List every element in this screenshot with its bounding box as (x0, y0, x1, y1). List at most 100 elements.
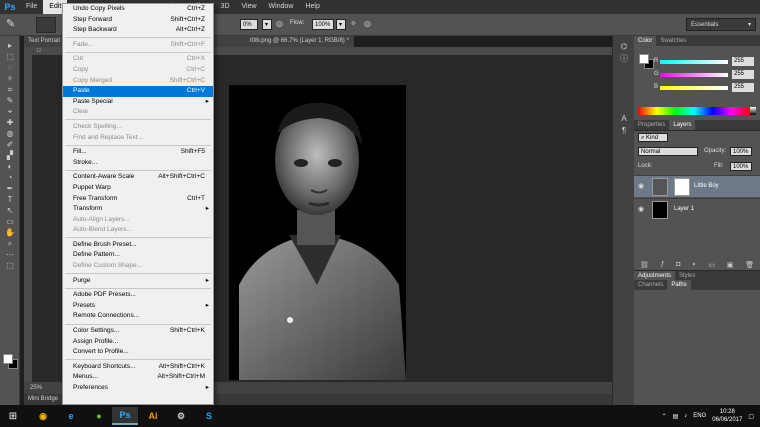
red-value[interactable]: 255 (732, 57, 754, 66)
menu-item-keyboard-shortcuts[interactable]: Keyboard Shortcuts... Alt+Shift+Ctrl+K (63, 362, 213, 373)
filter-kind-dropdown[interactable]: ⌕ Kind (638, 133, 668, 142)
brush-preset-picker[interactable] (36, 17, 56, 33)
blue-slider[interactable] (660, 86, 728, 90)
dodge-tool-icon[interactable]: ✒ (0, 183, 20, 194)
add-mask-icon[interactable]: ◘ (676, 261, 680, 268)
language-indicator[interactable]: ENG (693, 413, 706, 419)
menu-item-assign-profile[interactable]: Assign Profile... (63, 337, 213, 348)
menu-item-convert-to-profile[interactable]: Convert to Profile... (63, 347, 213, 358)
new-group-icon[interactable]: ▭ (708, 261, 715, 269)
zoom-level[interactable]: 25% (30, 382, 42, 394)
opacity-field[interactable]: 0% (240, 19, 258, 30)
flow-dropdown[interactable]: ▾ (336, 19, 346, 30)
menu-item-remote-connections[interactable]: Remote Connections... (63, 311, 213, 322)
upwork-icon[interactable]: ● (86, 407, 112, 425)
tab-swatches[interactable]: Swatches (656, 36, 690, 46)
visibility-eye-icon[interactable]: ◉ (638, 205, 644, 213)
workspace-switcher[interactable]: Essentials ▾ (686, 18, 756, 31)
menu-help[interactable]: Help (299, 0, 325, 14)
adjustment-layer-icon[interactable]: ◐ (692, 261, 696, 268)
menu-item-free-transform[interactable]: Free Transform Ctrl+T (63, 194, 213, 205)
history-icon[interactable]: ⌬ (613, 40, 635, 52)
menu-item-purge[interactable]: Purge ▸ (63, 276, 213, 287)
type-tool-icon[interactable]: ↖ (0, 205, 20, 216)
pressure-size-icon[interactable]: ◎ (364, 19, 371, 28)
layer-fill-field[interactable]: 100% (730, 162, 752, 171)
shape-tool-icon[interactable]: ✋ (0, 227, 20, 238)
tab-styles[interactable]: Styles (675, 271, 699, 280)
color-spectrum[interactable] (638, 107, 750, 115)
layer-style-icon[interactable]: ƒ (661, 261, 665, 268)
steam-icon[interactable]: ⚙ (168, 407, 194, 425)
hand-tool-icon[interactable]: ⌕ (0, 238, 20, 249)
action-center-icon[interactable]: ▢ (748, 413, 754, 420)
opacity-dropdown[interactable]: ▾ (262, 19, 272, 30)
skype-icon[interactable]: S (196, 407, 222, 425)
brush-tool-icon[interactable]: ✎ (6, 17, 22, 33)
portrait-photo[interactable] (229, 85, 406, 380)
crop-tool-icon[interactable]: ⌗ (0, 84, 20, 95)
blue-value[interactable]: 255 (732, 83, 754, 92)
move-tool-icon[interactable]: ▸ (0, 40, 20, 51)
menu-item-fill[interactable]: Fill... Shift+F5 (63, 147, 213, 158)
eyedropper-tool-icon[interactable]: ✎ (0, 95, 20, 106)
green-value[interactable]: 255 (732, 70, 754, 79)
character-icon[interactable]: A (613, 112, 635, 124)
lasso-tool-icon[interactable]: ◌ (0, 62, 20, 73)
layer-row-layer-1[interactable]: ◉ Layer 1 (634, 198, 760, 220)
marquee-tool-icon[interactable]: ⬚ (0, 51, 20, 62)
blur-tool-icon[interactable]: ◔ (0, 172, 20, 183)
new-layer-icon[interactable]: ▣ (727, 261, 734, 269)
tab-layers[interactable]: Layers (669, 120, 696, 130)
tab-color[interactable]: Color (634, 36, 657, 46)
grayscale-ramp[interactable] (750, 107, 756, 115)
airbrush-icon[interactable]: ✧ (350, 19, 357, 28)
menu-item-paste-special[interactable]: Paste Special ▸ (63, 97, 213, 108)
tab-channels[interactable]: Channels (634, 280, 667, 290)
menu-view[interactable]: View (236, 0, 263, 14)
volume-icon[interactable]: ♪ (684, 413, 687, 419)
flow-field[interactable]: 100% (312, 19, 334, 30)
menu-item-paste[interactable]: Paste Ctrl+V (63, 86, 213, 97)
layer-name[interactable]: Little Boy (694, 183, 719, 189)
menu-window[interactable]: Window (263, 0, 300, 14)
menu-item-undo-copy-pixels[interactable]: Undo Copy Pixels Ctrl+Z (63, 4, 213, 15)
menu-item-puppet-warp[interactable]: Puppet Warp (63, 183, 213, 194)
menu-item-define-pattern[interactable]: Define Pattern... (63, 250, 213, 261)
network-icon[interactable]: ▤ (673, 413, 679, 420)
menu-item-define-brush-preset[interactable]: Define Brush Preset... (63, 240, 213, 251)
menu-item-transform[interactable]: Transform ▸ (63, 204, 213, 215)
edge-icon[interactable]: e (58, 407, 84, 425)
menu-item-step-forward[interactable]: Step Forward Shift+Ctrl+Z (63, 15, 213, 26)
path-select-tool-icon[interactable]: ▭ (0, 216, 20, 227)
eraser-tool-icon[interactable]: ▞ (0, 150, 20, 161)
properties-icon[interactable]: ⓘ (613, 52, 635, 64)
menu-item-content-aware-scale[interactable]: Content-Aware Scale Alt+Shift+Ctrl+C (63, 172, 213, 183)
clone-stamp-tool-icon[interactable]: ◍ (0, 128, 20, 139)
clock[interactable]: 10:28 06/06/2017 (712, 408, 742, 424)
menu-item-presets[interactable]: Presets ▸ (63, 301, 213, 312)
link-layers-icon[interactable]: ⛓ (640, 261, 649, 269)
menu-item-preferences[interactable]: Preferences ▸ (63, 383, 213, 394)
menu-item-adobe-pdf-presets[interactable]: Adobe PDF Presets... (63, 290, 213, 301)
tray-chevron-icon[interactable]: ⌃ (662, 413, 667, 420)
more-tools-icon[interactable]: ⬚ (0, 260, 20, 271)
gradient-tool-icon[interactable]: ◐ (0, 161, 20, 172)
panel-foreground-swatch[interactable] (639, 54, 649, 64)
foreground-color-swatch[interactable] (3, 354, 13, 364)
menu-item-stroke[interactable]: Stroke... (63, 158, 213, 169)
zoom-tool-icon[interactable]: ⋯ (0, 249, 20, 260)
history-brush-tool-icon[interactable]: ✐ (0, 139, 20, 150)
menu-3d[interactable]: 3D (215, 0, 236, 14)
paragraph-icon[interactable]: ¶ (613, 124, 635, 136)
layer-opacity-field[interactable]: 100% (730, 147, 752, 156)
blend-mode-dropdown[interactable]: Normal (638, 147, 698, 156)
menu-file[interactable]: File (20, 0, 43, 14)
red-slider[interactable] (660, 60, 728, 64)
tab-paths[interactable]: Paths (667, 280, 691, 290)
photoshop-taskbar-icon[interactable]: Ps (112, 407, 138, 425)
healing-tool-icon[interactable]: ⌖ (0, 106, 20, 117)
layer-mask-thumbnail[interactable] (674, 178, 690, 196)
menu-item-menus[interactable]: Menus... Alt+Shift+Ctrl+M (63, 372, 213, 383)
chrome-icon[interactable]: ◉ (30, 407, 56, 425)
